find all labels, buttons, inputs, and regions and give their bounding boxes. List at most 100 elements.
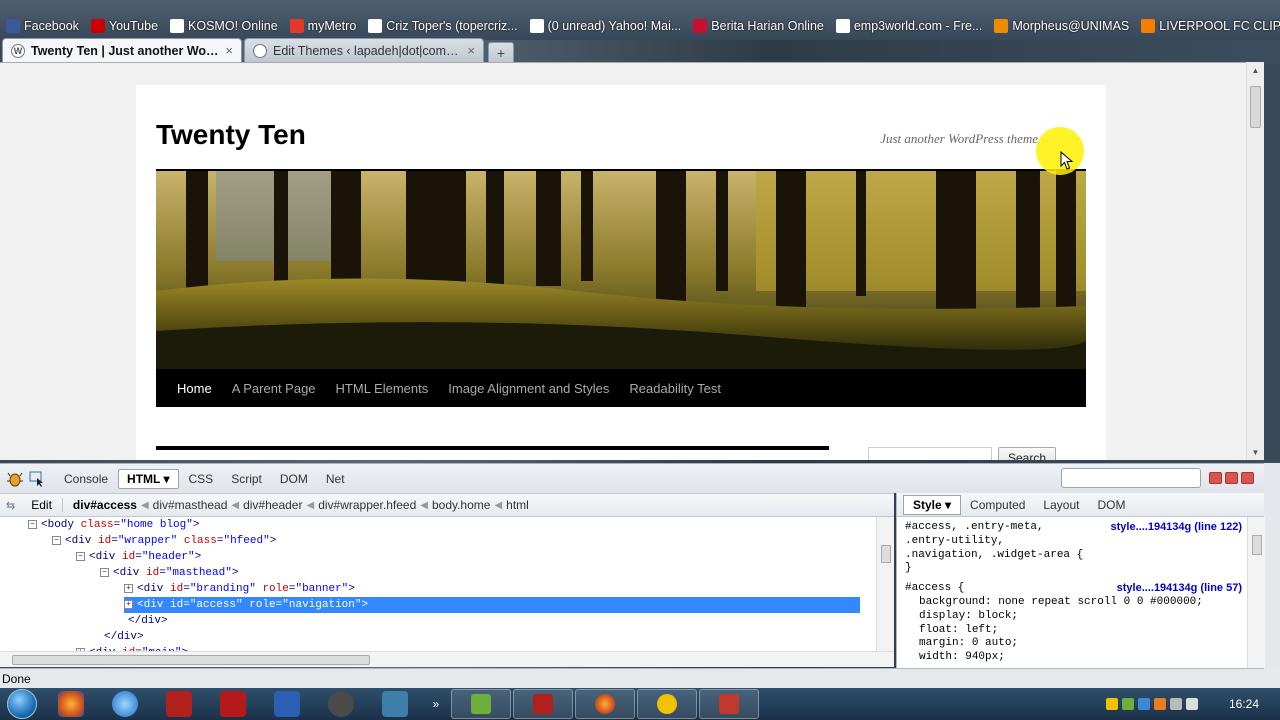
collapse-node-icon[interactable]: − [76, 551, 85, 561]
scroll-thumb[interactable] [12, 655, 370, 665]
expand-node-icon[interactable]: + [124, 583, 133, 593]
taskbar-window-app[interactable] [513, 689, 573, 719]
tree-horizontal-scrollbar[interactable] [0, 651, 894, 667]
tray-icon[interactable] [1138, 698, 1150, 710]
side-tab-layout[interactable]: Layout [1034, 496, 1088, 514]
bookmark-item[interactable]: YouTube [87, 19, 166, 33]
tree-vertical-scrollbar[interactable] [876, 517, 894, 651]
tab-edit-themes[interactable]: Edit Themes ‹ lapadeh|dot|com blo... × [244, 38, 484, 62]
breadcrumb-item[interactable]: div#masthead [149, 498, 232, 512]
tab-console[interactable]: Console [56, 470, 116, 488]
side-tab-computed[interactable]: Computed [961, 496, 1034, 514]
side-vertical-scrollbar[interactable] [1247, 517, 1265, 668]
html-tree-node[interactable]: </div> [104, 629, 144, 645]
nav-item-a-parent-page[interactable]: A Parent Page [222, 381, 326, 396]
bookmark-item[interactable]: Facebook [2, 19, 87, 33]
html-tree-node[interactable]: − <body class="home blog"> [28, 517, 199, 533]
bookmark-item[interactable]: Berita Harian Online [689, 19, 832, 33]
nav-item-image-alignment-and-styles[interactable]: Image Alignment and Styles [438, 381, 619, 396]
breadcrumb-item[interactable]: html [502, 498, 533, 512]
site-title[interactable]: Twenty Ten [156, 119, 306, 151]
css-property[interactable]: margin: 0 auto; [905, 637, 1264, 651]
bookmark-item[interactable]: emp3world.com - Fre... [832, 19, 991, 33]
breadcrumb-item[interactable]: div#header [239, 498, 306, 512]
volume-icon[interactable] [1186, 698, 1198, 710]
taskbar-window-app[interactable] [699, 689, 759, 719]
scroll-thumb[interactable] [1252, 535, 1262, 555]
word-icon[interactable] [260, 688, 314, 720]
side-tab-dom[interactable]: DOM [1088, 496, 1134, 514]
tab-twenty-ten[interactable]: W Twenty Ten | Just another WordP... × [2, 38, 242, 62]
collapse-node-icon[interactable]: − [28, 519, 37, 529]
css-source-link[interactable]: style....194134g (line 57) [1117, 582, 1242, 596]
bookmark-item[interactable]: KOSMO! Online [166, 19, 286, 33]
network-icon[interactable] [1170, 698, 1182, 710]
firebug-icon[interactable] [4, 469, 26, 489]
tray-icon[interactable] [1122, 698, 1134, 710]
taskbar-window-firefox[interactable] [575, 689, 635, 719]
collapse-node-icon[interactable]: − [100, 567, 109, 577]
scroll-down-icon[interactable]: ▼ [1247, 444, 1264, 460]
breadcrumb-item[interactable]: body.home [428, 498, 494, 512]
tab-html[interactable]: HTML ▾ [118, 468, 179, 489]
css-property[interactable]: background: none repeat scroll 0 0 #0000… [905, 596, 1264, 610]
bookmark-item[interactable]: LIVERPOOL FC CLIPS [1137, 19, 1280, 33]
html-tree-node[interactable]: − <div id="header"> [76, 549, 201, 565]
flash-icon[interactable] [314, 688, 368, 720]
bookmark-item[interactable]: myMetro [286, 19, 365, 33]
tab-net[interactable]: Net [318, 470, 353, 488]
expand-node-icon[interactable]: + [124, 599, 133, 609]
css-property[interactable]: float: left; [905, 624, 1264, 638]
bookmark-item[interactable]: Morpheus@UNIMAS [990, 19, 1137, 33]
new-tab-button[interactable]: + [488, 42, 514, 62]
scroll-thumb[interactable] [1250, 86, 1261, 128]
css-property[interactable]: display: block; [905, 610, 1264, 624]
taskbar-window-messenger[interactable] [637, 689, 697, 719]
filezilla-icon[interactable] [206, 688, 260, 720]
breadcrumb-item[interactable]: div#wrapper.hfeed [314, 498, 420, 512]
bookmark-item[interactable]: Criz Toper's (topercriz... [364, 19, 525, 33]
scroll-up-icon[interactable]: ▲ [1247, 62, 1264, 78]
tab-dom[interactable]: DOM [272, 470, 316, 488]
firefox-icon[interactable] [44, 688, 98, 720]
firebug-search-input[interactable] [1061, 468, 1201, 488]
flashget-icon[interactable] [152, 688, 206, 720]
close-tab-icon[interactable]: × [225, 43, 233, 58]
nav-item-html-elements[interactable]: HTML Elements [326, 381, 439, 396]
taskbar-more-icon[interactable]: » [422, 688, 450, 720]
edit-html-button[interactable]: Edit [15, 498, 63, 512]
detach-firebug-icon[interactable] [1225, 472, 1238, 484]
html-tree-node[interactable]: + <div id="branding" role="banner"> [124, 581, 355, 597]
nav-item-readability-test[interactable]: Readability Test [619, 381, 731, 396]
tab-css[interactable]: CSS [181, 470, 222, 488]
scroll-thumb[interactable] [881, 545, 891, 563]
css-property[interactable]: width: 940px; [905, 651, 1264, 665]
minimize-firebug-icon[interactable] [1209, 472, 1222, 484]
html-tree-node[interactable]: + <div id="access" role="navigation"> [124, 597, 860, 613]
search-input[interactable] [868, 447, 992, 460]
side-tab-style[interactable]: Style ▾ [903, 494, 962, 515]
nav-item-home[interactable]: Home [167, 381, 222, 396]
collapse-panel-icon[interactable]: ⇆ [6, 499, 15, 512]
tab-script[interactable]: Script [223, 470, 270, 488]
html-tree-node[interactable]: − <div id="masthead"> [100, 565, 238, 581]
start-button[interactable] [0, 688, 44, 720]
bookmark-item[interactable]: (0 unread) Yahoo! Mai... [526, 19, 690, 33]
internet-explorer-icon[interactable] [98, 688, 152, 720]
breadcrumb-item[interactable]: div#access [69, 498, 141, 512]
inspect-icon[interactable] [26, 469, 48, 489]
collapse-node-icon[interactable]: − [52, 535, 61, 545]
tray-icon[interactable] [1154, 698, 1166, 710]
bookmark-label: emp3world.com - Fre... [853, 19, 983, 33]
tray-icon[interactable] [1106, 698, 1118, 710]
close-firebug-icon[interactable] [1241, 472, 1254, 484]
taskbar-window-app[interactable] [451, 689, 511, 719]
html-tree-node[interactable]: − <div id="wrapper" class="hfeed"> [52, 533, 276, 549]
search-button[interactable]: Search [998, 447, 1056, 460]
html-tree-node[interactable]: </div> [128, 613, 168, 629]
css-source-link[interactable]: style....194134g (line 122) [1111, 521, 1242, 535]
close-tab-icon[interactable]: × [467, 43, 475, 58]
media-icon[interactable] [368, 688, 422, 720]
clock[interactable]: 16:24 [1218, 697, 1270, 711]
page-scrollbar[interactable]: ▲ ▼ [1246, 62, 1264, 460]
